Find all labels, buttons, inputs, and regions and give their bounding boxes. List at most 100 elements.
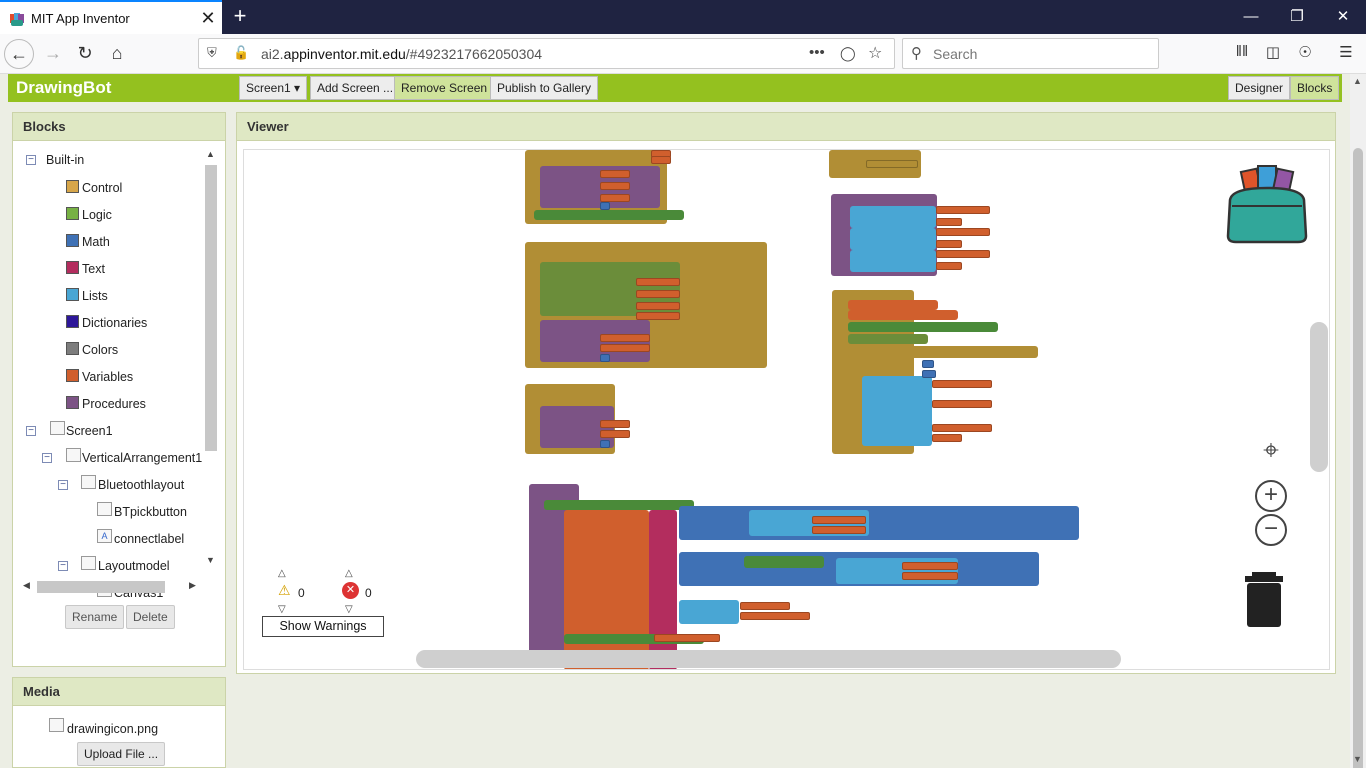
- home-icon[interactable]: ⌂: [102, 39, 132, 69]
- tree-btpickbutton[interactable]: BTpickbutton: [114, 505, 187, 519]
- block-slot[interactable]: [922, 370, 936, 378]
- block-slot[interactable]: [654, 634, 720, 642]
- workspace-horizontal-scrollbar[interactable]: [416, 650, 1121, 668]
- block-slot[interactable]: [600, 202, 610, 210]
- block-slot[interactable]: [600, 170, 630, 178]
- collapse-icon[interactable]: −: [26, 426, 36, 436]
- block-slot[interactable]: [636, 290, 680, 298]
- code-block[interactable]: [679, 506, 1079, 540]
- collapse-warnings-icon[interactable]: △: [278, 568, 286, 579]
- builtin-dictionaries[interactable]: Dictionaries: [82, 316, 147, 330]
- close-window-icon[interactable]: ✕: [1320, 0, 1366, 34]
- block-slot[interactable]: [936, 240, 962, 248]
- expand-errors-icon[interactable]: ▽: [345, 604, 353, 615]
- new-tab-button[interactable]: +: [228, 3, 252, 31]
- bookmark-star-icon[interactable]: ☆: [868, 43, 882, 63]
- remove-screen-button[interactable]: Remove Screen: [394, 76, 495, 100]
- block-slot[interactable]: [936, 206, 990, 214]
- recenter-icon[interactable]: ⌖: [1255, 435, 1287, 467]
- zoom-out-icon[interactable]: −: [1255, 514, 1287, 546]
- code-block[interactable]: [848, 300, 938, 310]
- pocket-icon[interactable]: ◯: [840, 45, 856, 62]
- collapse-errors-icon[interactable]: △: [345, 568, 353, 579]
- builtin-lists[interactable]: Lists: [82, 289, 108, 303]
- builtin-variables[interactable]: Variables: [82, 370, 133, 384]
- screen-select[interactable]: Screen1 ▾: [239, 76, 308, 100]
- designer-button[interactable]: Designer: [1228, 76, 1291, 100]
- collapse-icon[interactable]: −: [58, 561, 68, 571]
- code-block[interactable]: [848, 334, 928, 344]
- tree-horizontal-scrollbar[interactable]: ◀ ▶: [21, 579, 203, 595]
- code-block[interactable]: [544, 500, 694, 510]
- block-slot[interactable]: [636, 278, 680, 286]
- url-text[interactable]: ai2.appinventor.mit.edu/#492321766205030…: [261, 46, 542, 62]
- builtin-logic[interactable]: Logic: [82, 208, 112, 222]
- scroll-right-icon[interactable]: ▶: [189, 580, 196, 591]
- insecure-lock-icon[interactable]: 🔓: [233, 45, 249, 61]
- block-slot[interactable]: [600, 440, 610, 448]
- collapse-icon[interactable]: −: [58, 480, 68, 490]
- library-icon[interactable]: ‖‖: [1231, 43, 1253, 60]
- builtin-control[interactable]: Control: [82, 181, 122, 195]
- tree-bluetoothlayout[interactable]: Bluetoothlayout: [98, 478, 184, 492]
- block-slot[interactable]: [936, 250, 990, 258]
- scroll-thumb[interactable]: [1353, 148, 1363, 768]
- zoom-in-icon[interactable]: +: [1255, 480, 1287, 512]
- url-bar[interactable]: ⛨ 🔓 ai2.appinventor.mit.edu/#49232176620…: [198, 38, 895, 69]
- block-slot[interactable]: [932, 424, 992, 432]
- builtin-procedures[interactable]: Procedures: [82, 397, 146, 411]
- scroll-left-icon[interactable]: ◀: [23, 580, 30, 591]
- code-block[interactable]: [850, 250, 936, 272]
- collapse-icon[interactable]: −: [42, 453, 52, 463]
- code-block[interactable]: [850, 228, 936, 250]
- browser-tab[interactable]: MIT App Inventor ✕: [0, 0, 222, 34]
- search-bar[interactable]: ⚲ Search: [902, 38, 1159, 69]
- code-block[interactable]: [679, 600, 739, 624]
- block-slot[interactable]: [812, 516, 866, 524]
- code-block[interactable]: [862, 376, 932, 446]
- block-slot[interactable]: [600, 354, 610, 362]
- code-block[interactable]: [649, 510, 677, 669]
- scroll-down-icon[interactable]: ▼: [206, 555, 215, 565]
- tree-builtin[interactable]: Built-in: [46, 153, 84, 167]
- page-vertical-scrollbar[interactable]: ▲ ▼: [1350, 74, 1366, 768]
- block-slot[interactable]: [902, 562, 958, 570]
- page-actions-icon[interactable]: •••: [809, 44, 825, 61]
- code-block[interactable]: [848, 322, 998, 332]
- block-slot[interactable]: [600, 334, 650, 342]
- workspace-vertical-scrollbar[interactable]: [1310, 322, 1328, 472]
- expand-warnings-icon[interactable]: ▽: [278, 604, 286, 615]
- block-slot[interactable]: [600, 430, 630, 438]
- block-slot[interactable]: [902, 572, 958, 580]
- add-screen-button[interactable]: Add Screen ...: [310, 76, 401, 100]
- block-slot[interactable]: [636, 302, 680, 310]
- block-slot[interactable]: [932, 400, 992, 408]
- block-slot[interactable]: [932, 434, 962, 442]
- tree-layoutmodel[interactable]: Layoutmodel: [98, 559, 170, 573]
- collapse-icon[interactable]: −: [26, 155, 36, 165]
- code-block[interactable]: [848, 310, 958, 320]
- block-slot[interactable]: [740, 612, 810, 620]
- code-block[interactable]: [848, 346, 1038, 358]
- block-slot[interactable]: [936, 228, 990, 236]
- tree-verticalarrangement1[interactable]: VerticalArrangement1: [82, 451, 202, 465]
- delete-button[interactable]: Delete: [126, 605, 175, 629]
- menu-icon[interactable]: ☰: [1335, 43, 1357, 61]
- block-slot[interactable]: [866, 160, 918, 168]
- code-block[interactable]: [850, 206, 936, 228]
- block-slot[interactable]: [600, 420, 630, 428]
- builtin-text[interactable]: Text: [82, 262, 105, 276]
- scroll-up-icon[interactable]: ▲: [206, 149, 215, 159]
- builtin-colors[interactable]: Colors: [82, 343, 118, 357]
- account-icon[interactable]: ☉: [1294, 43, 1316, 61]
- show-warnings-button[interactable]: Show Warnings: [262, 616, 384, 637]
- upload-file-button[interactable]: Upload File ...: [77, 742, 166, 766]
- scroll-thumb[interactable]: [37, 581, 165, 593]
- scroll-up-icon[interactable]: ▲: [1353, 76, 1362, 86]
- tree-connectlabel[interactable]: connectlabel: [114, 532, 184, 546]
- block-slot[interactable]: [600, 194, 630, 202]
- rename-button[interactable]: Rename: [65, 605, 125, 629]
- tree-screen1[interactable]: Screen1: [66, 424, 113, 438]
- blocks-button[interactable]: Blocks: [1290, 76, 1340, 100]
- code-block[interactable]: [534, 210, 684, 220]
